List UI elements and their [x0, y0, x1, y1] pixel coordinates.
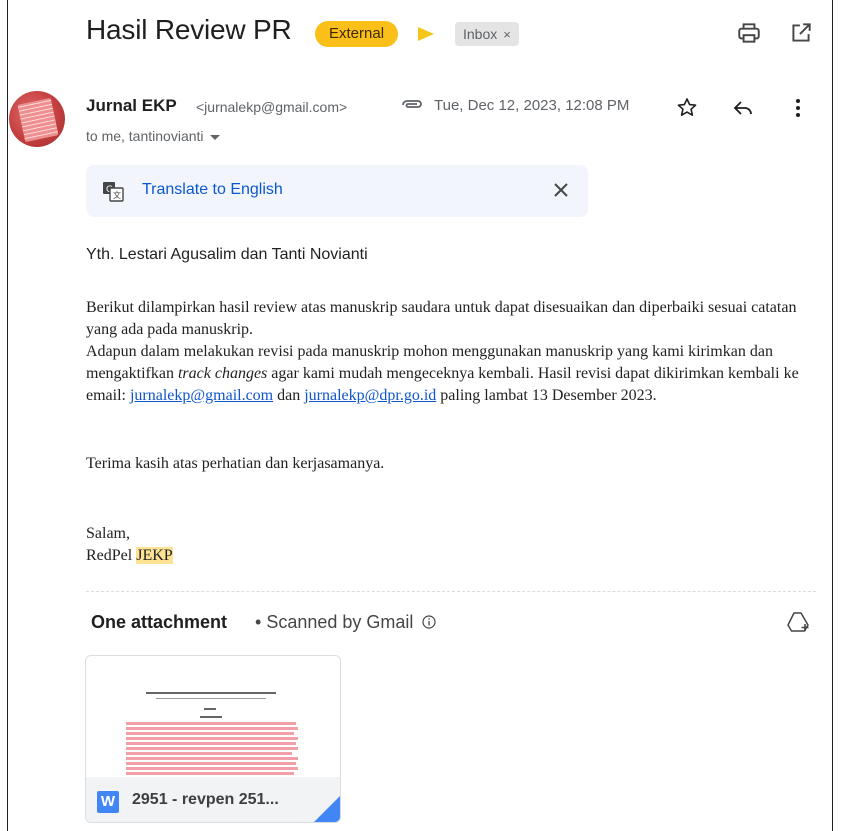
body-p2-part3: paling lambat 13 Desember 2023.: [436, 387, 657, 404]
open-in-new-window-icon[interactable]: [788, 20, 814, 46]
attachments-scanned-text: Scanned by Gmail: [266, 612, 414, 632]
sender-name[interactable]: Jurnal EKP: [86, 96, 177, 116]
email-subject: Hasil Review PR: [86, 14, 292, 45]
translate-bar: G 文 Translate to English: [86, 165, 588, 217]
paperclip-icon: [402, 100, 422, 108]
email-signature: Salam, RedPel JEKP: [86, 523, 826, 567]
email-greeting: Yth. Lestari Agusalim dan Tanti Novianti: [86, 246, 368, 263]
attachment-preview: [86, 656, 340, 777]
attachment-filename[interactable]: 2951 - revpen 251...: [132, 791, 279, 809]
attachments-separator: •: [255, 612, 262, 632]
recipients-text: to me, tantinovianti: [86, 128, 204, 144]
reply-icon[interactable]: [731, 96, 755, 120]
add-to-drive-icon[interactable]: [786, 611, 810, 633]
close-icon[interactable]: [550, 179, 572, 201]
window-right-border: [832, 0, 833, 831]
translate-to-english-link[interactable]: Translate to English: [142, 181, 283, 199]
email-date: Tue, Dec 12, 2023, 12:08 PM: [434, 97, 630, 114]
info-icon[interactable]: [422, 615, 437, 629]
body-p2-italic: track changes: [177, 365, 268, 382]
chevron-down-icon[interactable]: [209, 134, 220, 140]
avatar-image: [17, 97, 59, 143]
email-body-paragraph: Berikut dilampirkan hasil review atas ma…: [86, 297, 826, 407]
email-link-gmail[interactable]: jurnalekp@gmail.com: [130, 387, 273, 404]
signature-closing: Salam,: [86, 525, 130, 542]
body-thanks: Terima kasih atas perhatian dan kerjasam…: [86, 455, 385, 472]
attachments-title: One attachment: [91, 612, 228, 632]
svg-text:文: 文: [113, 190, 121, 200]
translate-icon: G 文: [103, 182, 124, 202]
attachment-footer: W 2951 - revpen 251...: [86, 777, 340, 822]
importance-marker-icon[interactable]: [418, 27, 434, 41]
attachments-scanned: • Scanned by Gmail: [255, 612, 437, 633]
word-doc-icon: W: [97, 791, 119, 813]
sender-email: <jurnalekp@gmail.com>: [196, 99, 348, 115]
star-icon[interactable]: [675, 96, 699, 120]
recipients-toggle[interactable]: to me, tantinovianti: [86, 128, 220, 144]
email-link-dpr[interactable]: jurnalekp@dpr.go.id: [304, 387, 436, 404]
signature-highlight: JEKP: [136, 547, 173, 564]
signature-prefix: RedPel: [86, 547, 137, 564]
body-p2-dan: dan: [273, 387, 305, 404]
body-p1: Berikut dilampirkan hasil review atas ma…: [86, 299, 797, 338]
label-inbox-text: Inbox: [463, 26, 498, 42]
window-left-border: [7, 0, 8, 831]
label-inbox-remove[interactable]: ×: [503, 27, 511, 42]
label-external[interactable]: External: [315, 21, 399, 47]
label-inbox[interactable]: Inbox ×: [455, 22, 519, 46]
sender-avatar[interactable]: [9, 91, 65, 147]
attachments-divider: [86, 591, 816, 592]
more-vert-icon[interactable]: [786, 96, 810, 120]
attachment-card[interactable]: W 2951 - revpen 251...: [85, 655, 341, 823]
print-icon[interactable]: [736, 20, 762, 46]
doc-fold-corner-icon: [314, 796, 340, 822]
